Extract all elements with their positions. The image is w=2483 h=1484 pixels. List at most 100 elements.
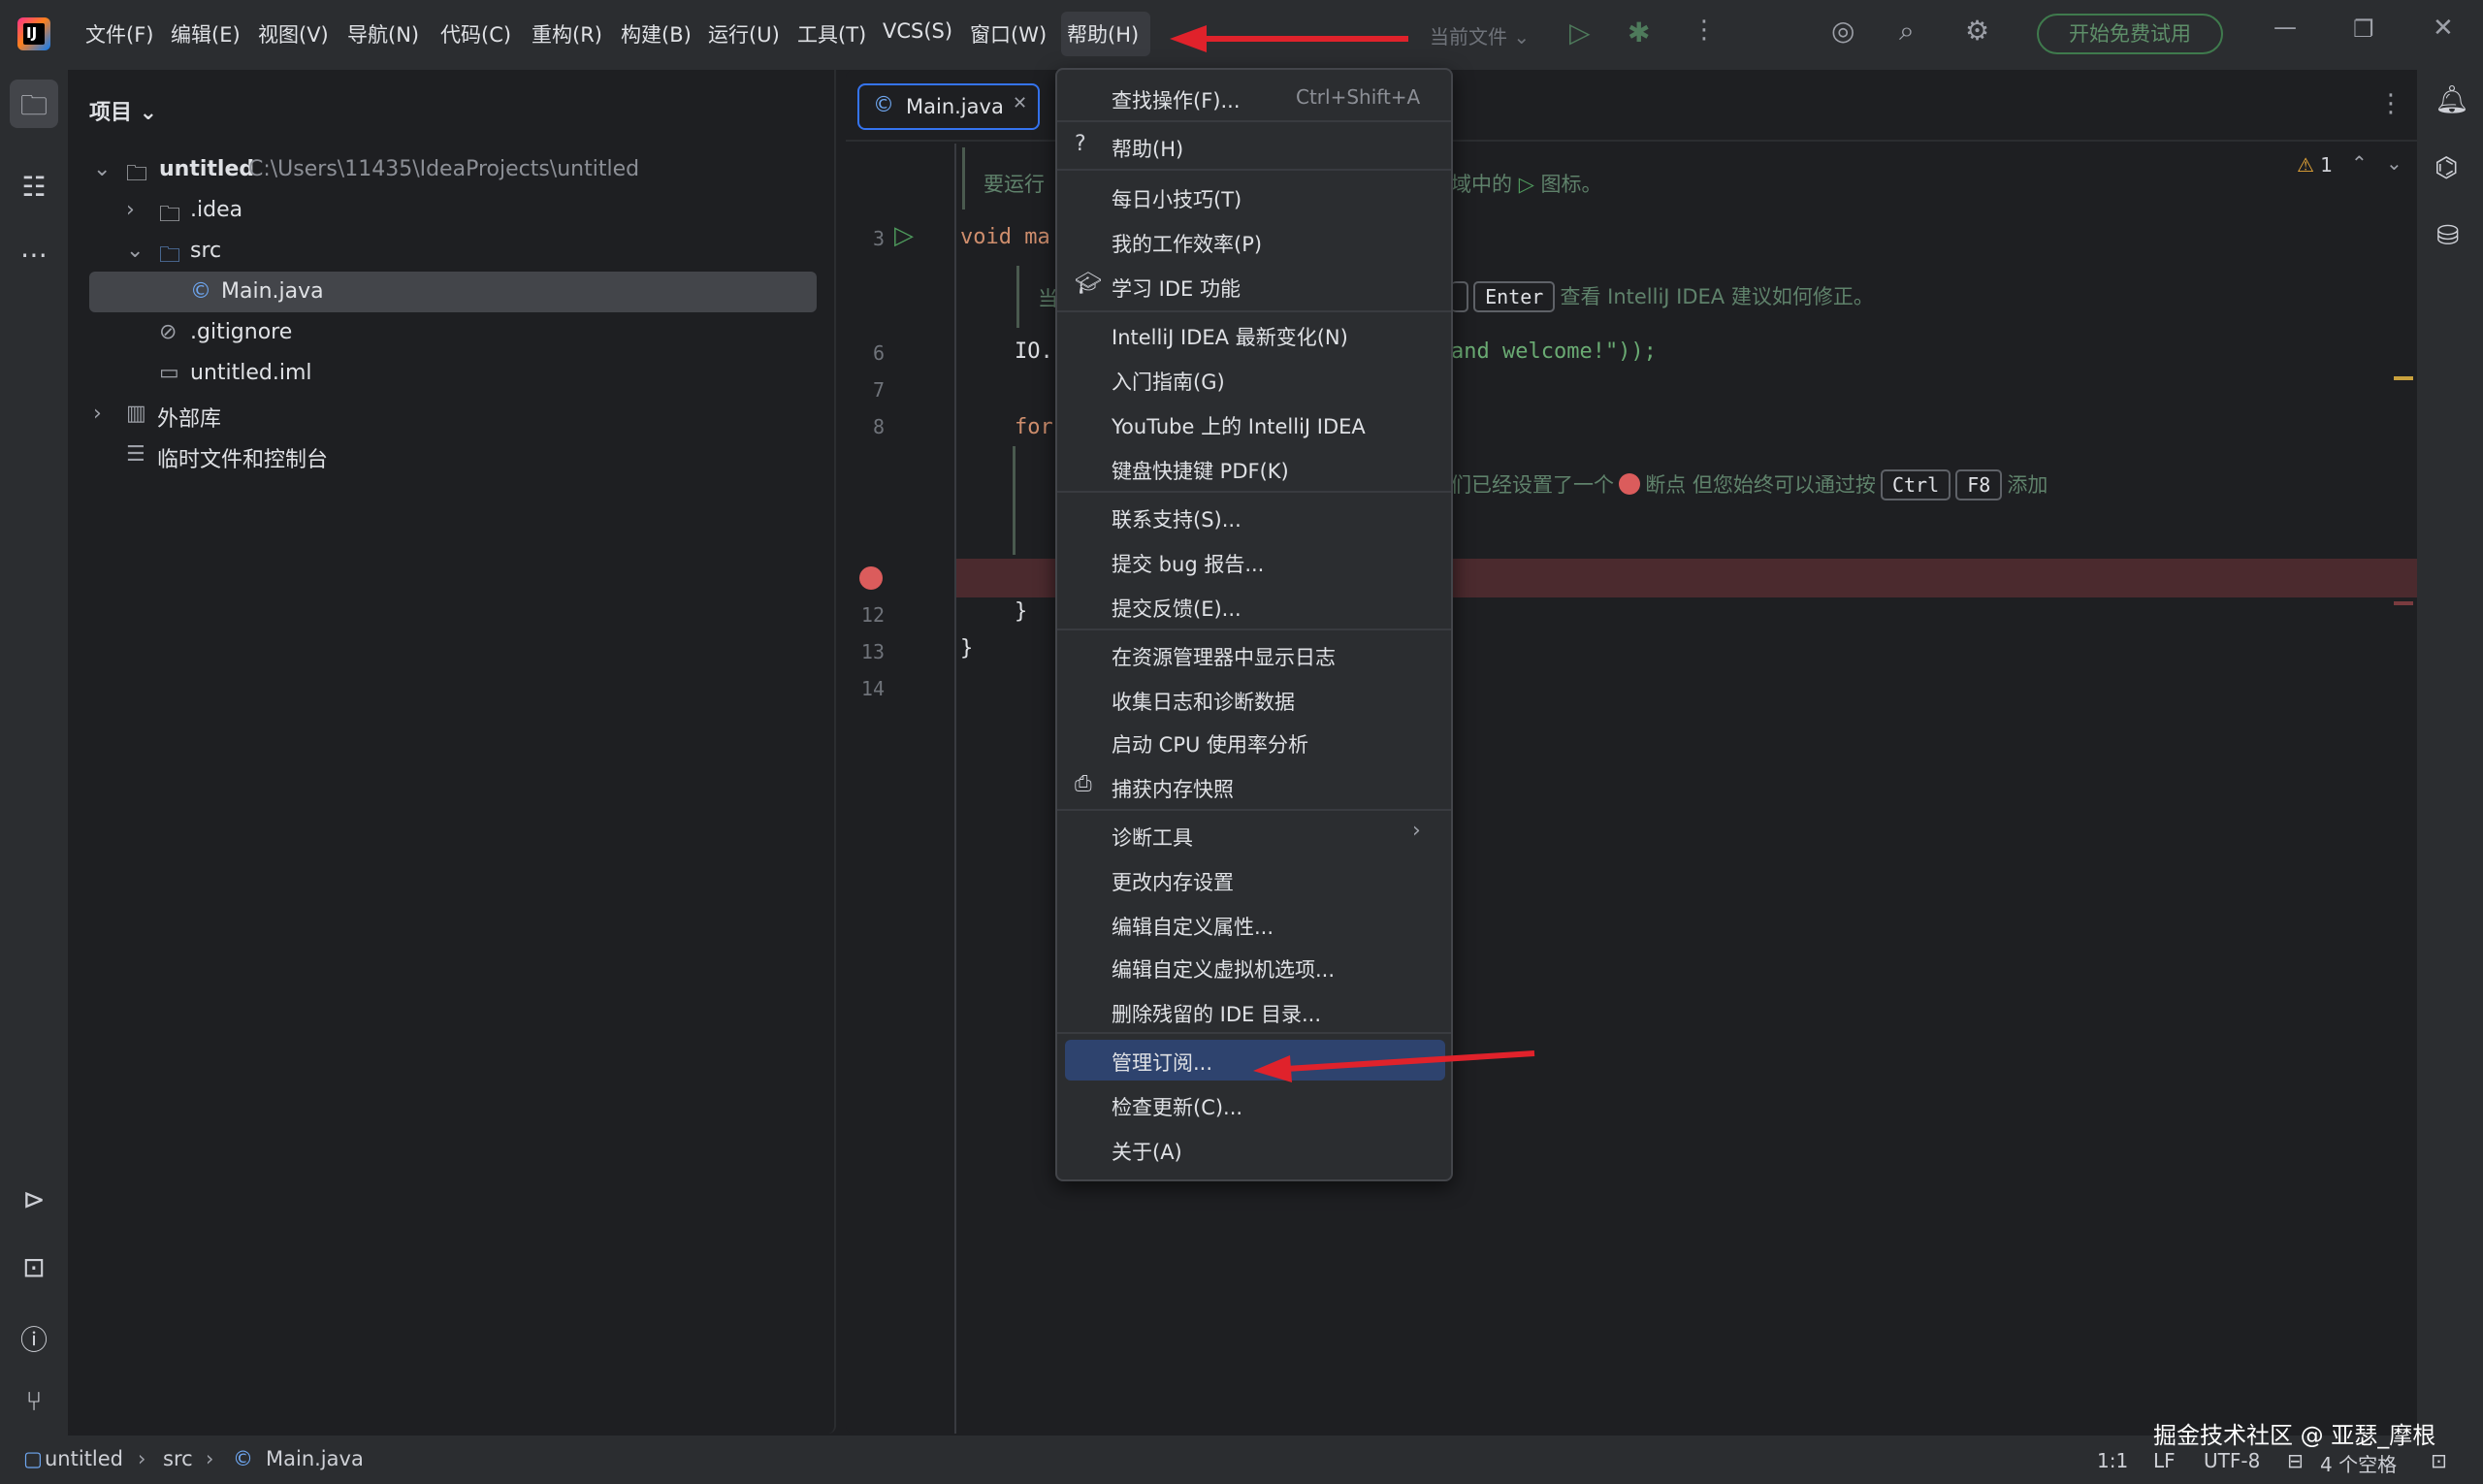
menu-item-whats-new[interactable]: IntelliJ IDEA 最新变化(N) <box>1112 322 1348 351</box>
start-trial-button[interactable]: 开始免费试用 <box>2037 14 2223 54</box>
run-gutter-icon[interactable]: ▷ <box>894 221 914 250</box>
menu-vcs[interactable]: VCS(S) <box>883 19 952 43</box>
services-icon[interactable]: ⊳ <box>10 1183 58 1215</box>
doc-text-part: 添加 <box>2007 473 2048 497</box>
tree-item-scratches[interactable]: 临时文件和控制台 <box>157 442 328 473</box>
menu-item-getting-started[interactable]: 入门指南(G) <box>1112 367 1225 396</box>
editor-options-icon[interactable]: ⋮ <box>2378 89 2403 118</box>
chevron-down-icon[interactable]: ⌄ <box>2386 151 2402 175</box>
tree-item-main-java[interactable]: Main.java <box>221 279 324 304</box>
menu-window[interactable]: 窗口(W) <box>970 19 1047 48</box>
key-f8: F8 <box>1955 469 2003 500</box>
menu-item-keymap-pdf[interactable]: 键盘快捷键 PDF(K) <box>1112 456 1289 485</box>
menu-separator <box>1057 169 1451 171</box>
run-config-selector[interactable]: 当前文件 ⌄ <box>1430 21 1530 49</box>
tree-root-name[interactable]: untitled <box>159 157 254 181</box>
menu-item-cpu-profiling[interactable]: 启动 CPU 使用率分析 <box>1112 729 1308 758</box>
minimize-icon[interactable]: — <box>2273 16 2297 39</box>
menu-build[interactable]: 构建(B) <box>621 19 692 48</box>
tree-item-gitignore[interactable]: .gitignore <box>190 320 292 344</box>
ai-assistant-icon[interactable]: ◎ <box>1831 17 1854 45</box>
menu-navigate[interactable]: 导航(N) <box>347 19 419 48</box>
menu-item-submit-feedback[interactable]: 提交反馈(E)... <box>1112 594 1242 623</box>
menu-item-learn-ide[interactable]: 学习 IDE 功能 <box>1112 274 1241 303</box>
tab-main-java[interactable]: © Main.java ✕ <box>857 83 1040 130</box>
more-icon[interactable]: ⋮ <box>1692 17 1717 43</box>
menu-item-submit-bug[interactable]: 提交 bug 报告... <box>1112 549 1264 578</box>
tree-item-iml[interactable]: untitled.iml <box>190 361 312 385</box>
menu-item-tips[interactable]: 每日小技巧(T) <box>1112 184 1242 213</box>
menu-item-diagnostic-tools[interactable]: 诊断工具 <box>1112 823 1193 852</box>
breadcrumb-src[interactable]: src <box>163 1447 193 1470</box>
warning-indicator[interactable]: ⚠ 1 <box>2297 153 2333 177</box>
close-icon[interactable]: ✕ <box>2433 16 2454 41</box>
file-encoding[interactable]: UTF-8 <box>2204 1449 2260 1472</box>
menu-item-about[interactable]: 关于(A) <box>1112 1137 1182 1166</box>
chevron-right-icon[interactable]: › <box>93 402 102 426</box>
menu-item-custom-properties[interactable]: 编辑自定义属性... <box>1112 912 1274 941</box>
indent-setting[interactable]: 4 个空格 <box>2320 1449 2397 1477</box>
gutter-divider <box>954 144 956 1434</box>
run-icon[interactable]: ▷ <box>1569 19 1591 47</box>
problems-icon[interactable]: ⓘ <box>10 1319 58 1358</box>
doc-text: 要运行 <box>984 173 1045 196</box>
line-separator[interactable]: LF <box>2153 1449 2176 1472</box>
tab-close-icon[interactable]: ✕ <box>1013 93 1027 113</box>
debug-icon[interactable]: ✱ <box>1628 19 1650 47</box>
breadcrumb-project[interactable]: untitled <box>45 1447 123 1470</box>
breadcrumb-file[interactable]: Main.java <box>266 1447 364 1470</box>
menu-item-productivity[interactable]: 我的工作效率(P) <box>1112 229 1262 258</box>
tree-item-idea[interactable]: .idea <box>190 198 242 222</box>
terminal-icon[interactable]: ⊡ <box>10 1251 58 1283</box>
menu-file[interactable]: 文件(F) <box>85 19 153 48</box>
search-icon[interactable]: ⌕ <box>1899 17 1915 45</box>
menu-item-contact-support[interactable]: 联系支持(S)... <box>1112 504 1242 533</box>
menu-item-find-action[interactable]: 查找操作(F)... <box>1112 85 1241 114</box>
tree-item-src[interactable]: src <box>190 239 221 263</box>
restore-icon[interactable]: ❐ <box>2353 17 2374 41</box>
menu-item-delete-leftover-dirs[interactable]: 删除残留的 IDE 目录... <box>1112 999 1321 1028</box>
ignore-file-icon: ⊘ <box>159 320 177 344</box>
git-icon[interactable]: ⑂ <box>10 1385 58 1417</box>
line-number: 13 <box>860 640 885 663</box>
settings-gear-icon[interactable]: ⚙ <box>1965 17 1989 45</box>
menu-run[interactable]: 运行(U) <box>708 19 780 48</box>
menu-item-memory-snapshot[interactable]: 捕获内存快照 <box>1112 774 1234 803</box>
menu-item-help[interactable]: 帮助(H) <box>1112 134 1183 163</box>
java-class-icon: © <box>190 279 211 304</box>
chevron-down-icon[interactable]: ⌄ <box>126 239 144 263</box>
lock-icon[interactable]: ⊡ <box>2431 1449 2447 1472</box>
menu-tools[interactable]: 工具(T) <box>797 19 866 48</box>
module-folder-icon: 🗀 <box>126 162 148 186</box>
more-tools-icon[interactable]: ⋯ <box>10 239 58 271</box>
menu-item-collect-logs[interactable]: 收集日志和诊断数据 <box>1112 687 1295 716</box>
menu-view[interactable]: 视图(V) <box>258 19 329 48</box>
tree-item-external-libs[interactable]: 外部库 <box>157 402 221 433</box>
notifications-icon[interactable]: 🔔︎ <box>2435 83 2469 115</box>
structure-icon[interactable]: ☷ <box>10 171 58 203</box>
menu-item-manage-subscriptions[interactable]: 管理订阅... <box>1112 1048 1212 1077</box>
breakpoint-stripe[interactable] <box>2394 601 2413 605</box>
menu-help[interactable]: 帮助(H) <box>1067 19 1139 48</box>
database-icon[interactable]: ⛁ <box>2436 219 2459 251</box>
menu-item-youtube[interactable]: YouTube 上的 IntelliJ IDEA <box>1112 411 1366 440</box>
ai-chat-icon[interactable]: ⌬ <box>2435 151 2458 183</box>
menu-item-custom-vm-options[interactable]: 编辑自定义虚拟机选项... <box>1112 954 1335 984</box>
doc-text-part: 断点 但您始终可以通过按 <box>1645 473 1876 497</box>
menu-code[interactable]: 代码(C) <box>440 19 511 48</box>
menu-edit[interactable]: 编辑(E) <box>171 19 241 48</box>
line-number: 14 <box>860 677 885 700</box>
chevron-up-icon[interactable]: ⌃ <box>2351 151 2368 175</box>
java-class-icon: © <box>873 93 894 117</box>
menu-item-check-updates[interactable]: 检查更新(C)... <box>1112 1092 1242 1121</box>
caret-position[interactable]: 1:1 <box>2097 1449 2128 1472</box>
menu-refactor[interactable]: 重构(R) <box>532 19 602 48</box>
chevron-down-icon[interactable]: ⌄ <box>93 157 111 181</box>
chevron-right-icon[interactable]: › <box>126 198 135 222</box>
breakpoint-icon[interactable] <box>859 566 883 590</box>
intellij-logo-icon[interactable]: IJ <box>17 17 50 50</box>
menu-item-show-log[interactable]: 在资源管理器中显示日志 <box>1112 642 1336 671</box>
menu-item-memory-settings[interactable]: 更改内存设置 <box>1112 867 1234 896</box>
warning-stripe[interactable] <box>2394 376 2413 380</box>
project-panel-title[interactable]: 项目 ⌄ <box>89 95 157 126</box>
